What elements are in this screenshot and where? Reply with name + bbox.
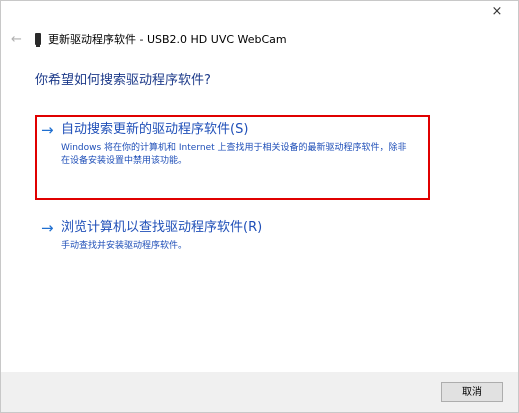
page-question: 你希望如何搜索驱动程序软件? bbox=[35, 73, 211, 88]
option-description: 手动查找并安装驱动程序软件。 bbox=[61, 241, 188, 251]
usb-device-icon bbox=[35, 33, 41, 47]
highlight-annotation-box bbox=[35, 115, 430, 200]
dialog-footer: 取消 bbox=[1, 372, 518, 412]
arrow-right-icon: → bbox=[41, 219, 54, 237]
back-arrow-icon[interactable]: ← bbox=[11, 32, 31, 47]
option-title[interactable]: 浏览计算机以查找驱动程序软件(R) bbox=[61, 219, 413, 237]
dialog-header: ← 更新驱动程序软件 - USB2.0 HD UVC WebCam bbox=[11, 29, 287, 49]
close-icon[interactable]: × bbox=[488, 3, 506, 21]
dialog-window: × ← 更新驱动程序软件 - USB2.0 HD UVC WebCam 你希望如… bbox=[0, 0, 519, 413]
cancel-button[interactable]: 取消 bbox=[441, 382, 503, 402]
option-browse-computer[interactable]: → 浏览计算机以查找驱动程序软件(R) 手动查找并安装驱动程序软件。 bbox=[41, 219, 413, 253]
dialog-title: 更新驱动程序软件 - USB2.0 HD UVC WebCam bbox=[48, 33, 287, 46]
